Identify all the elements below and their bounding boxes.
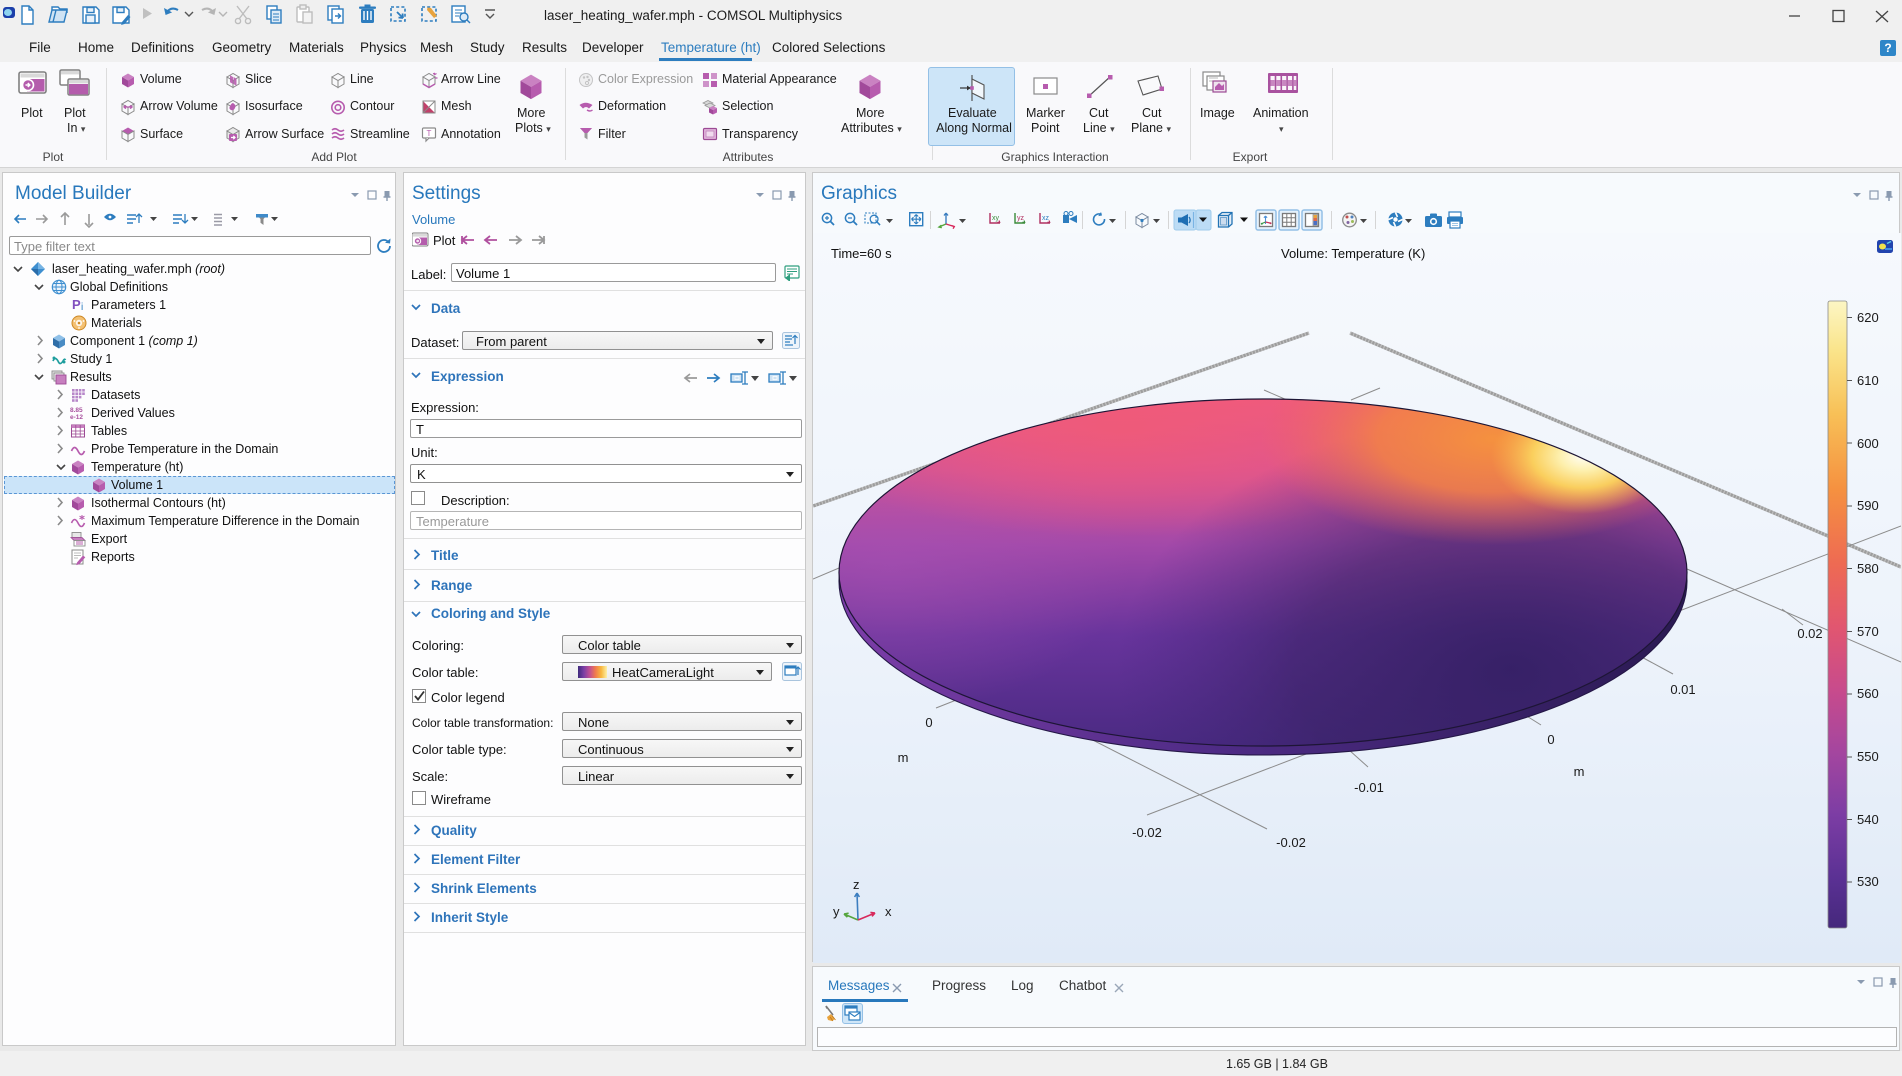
svg-text:-0.02: -0.02 bbox=[1132, 825, 1162, 840]
svg-text:-0.01: -0.01 bbox=[1354, 780, 1384, 795]
svg-text:590: 590 bbox=[1857, 498, 1879, 513]
svg-text:e-12: e-12 bbox=[70, 414, 83, 421]
svg-text:550: 550 bbox=[1857, 749, 1879, 764]
svg-text:0: 0 bbox=[925, 715, 932, 730]
svg-text:0: 0 bbox=[1547, 732, 1554, 747]
svg-text:540: 540 bbox=[1857, 812, 1879, 827]
svg-text:xy: xy bbox=[992, 215, 1000, 222]
svg-text:P: P bbox=[72, 297, 81, 312]
svg-text:yz: yz bbox=[1017, 215, 1025, 222]
svg-text:y: y bbox=[833, 904, 840, 919]
svg-text:620: 620 bbox=[1857, 310, 1879, 325]
svg-text:i: i bbox=[81, 302, 83, 313]
svg-text:xz: xz bbox=[1042, 215, 1050, 222]
svg-text:m: m bbox=[898, 750, 909, 765]
svg-text:0.02: 0.02 bbox=[1797, 626, 1822, 641]
svg-text:610: 610 bbox=[1857, 373, 1879, 388]
svg-text:530: 530 bbox=[1857, 874, 1879, 889]
svg-text:560: 560 bbox=[1857, 686, 1879, 701]
svg-text:600: 600 bbox=[1857, 436, 1879, 451]
svg-text:570: 570 bbox=[1857, 624, 1879, 639]
svg-text:580: 580 bbox=[1857, 561, 1879, 576]
svg-text:z: z bbox=[853, 877, 860, 892]
svg-text:8.85: 8.85 bbox=[70, 407, 83, 414]
svg-text:x: x bbox=[885, 904, 892, 919]
svg-text:m: m bbox=[1574, 764, 1585, 779]
svg-text:-0.02: -0.02 bbox=[1276, 835, 1306, 850]
svg-text:T: T bbox=[427, 129, 432, 138]
svg-text:0.01: 0.01 bbox=[1670, 682, 1695, 697]
